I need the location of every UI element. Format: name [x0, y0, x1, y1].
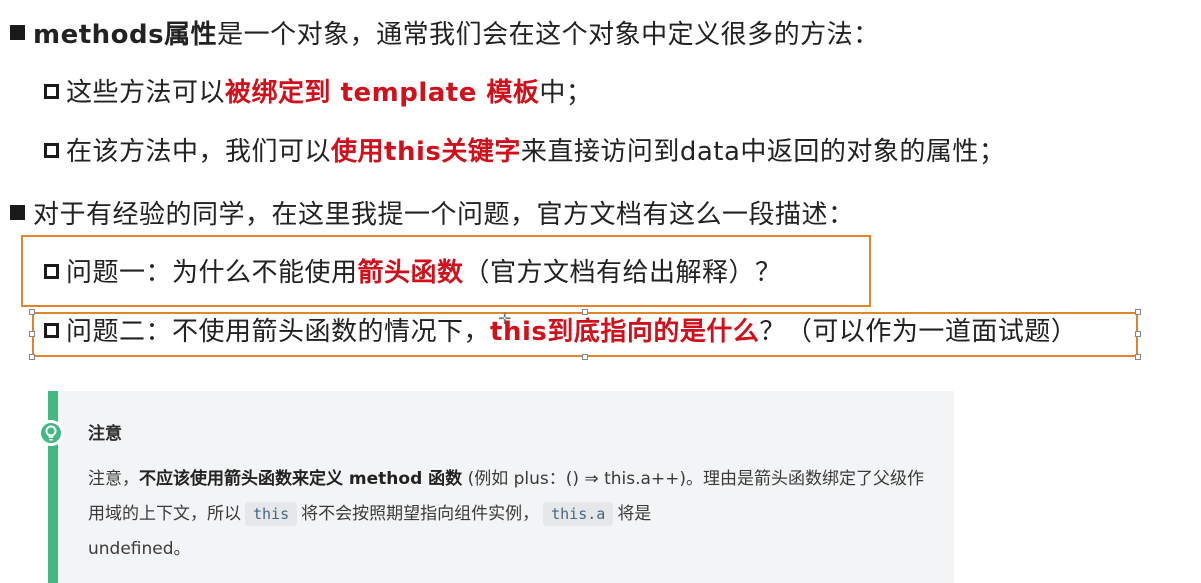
resize-handle[interactable]: [582, 354, 588, 360]
hollow-square-bullet-icon: [44, 143, 59, 158]
resize-handle[interactable]: [1135, 309, 1141, 315]
tip-body: 注意，不应该使用箭头函数来定义 method 函数 (例如 plus：() ⇒ …: [88, 462, 938, 567]
text: ？（可以作为一道面试题）: [759, 317, 1078, 347]
sub-bullet-question-one: 问题一：为什么不能使用箭头函数（官方文档有给出解释）？: [44, 256, 782, 290]
lightbulb-icon: [38, 420, 64, 446]
square-bullet-icon: [10, 205, 25, 220]
hollow-square-bullet-icon: [44, 264, 59, 279]
methods-desc: 是一个对象，通常我们会在这个对象中定义很多的方法：: [217, 20, 880, 50]
inline-code: this.a: [543, 502, 614, 526]
text: 将是: [617, 504, 652, 524]
emphasis-text: 使用this关键字: [331, 137, 521, 167]
text: 对于有经验的同学，在这里我提一个问题，官方文档有这么一段描述：: [33, 200, 855, 230]
hollow-square-bullet-icon: [44, 323, 59, 338]
text: 来直接访问到data中返回的对象的属性；: [520, 137, 1006, 167]
text: 注意，: [88, 469, 139, 489]
text: （官方文档有给出解释）？: [463, 258, 782, 288]
text: 将不会按照期望指向组件实例，: [301, 504, 540, 524]
hollow-square-bullet-icon: [44, 84, 59, 99]
inline-code: this: [245, 502, 298, 526]
bold-text: 不应该使用箭头函数来定义 method 函数: [139, 469, 463, 489]
resize-handle[interactable]: [1135, 331, 1141, 337]
sub-bullet-this-keyword: 在该方法中，我们可以使用this关键字来直接访问到data中返回的对象的属性；: [44, 135, 1005, 169]
text: undefined。: [88, 539, 191, 559]
square-bullet-icon: [10, 25, 25, 40]
sub-bullet-bind-template: 这些方法可以被绑定到 template 模板中；: [44, 76, 592, 110]
text: 问题一：为什么不能使用: [66, 258, 358, 288]
resize-handle[interactable]: [29, 354, 35, 360]
resize-handle[interactable]: [29, 331, 35, 337]
text: 在该方法中，我们可以: [66, 137, 332, 167]
sub-bullet-question-two: 问题二：不使用箭头函数的情况下，this到底指向的是什么？（可以作为一道面试题）: [44, 315, 1077, 349]
emphasis-text: 箭头函数: [357, 258, 464, 288]
emphasis-text: this到底指向的是什么: [490, 317, 760, 347]
text: 问题二：不使用箭头函数的情况下，: [66, 317, 491, 347]
tip-title: 注意: [88, 424, 122, 444]
methods-term: methods属性: [33, 20, 218, 50]
text: 中；: [539, 78, 593, 108]
resize-handle[interactable]: [1135, 354, 1141, 360]
emphasis-text: 被绑定到 template 模板: [225, 78, 540, 108]
bullet-question-intro: 对于有经验的同学，在这里我提一个问题，官方文档有这么一段描述：: [10, 198, 855, 232]
resize-handle[interactable]: [29, 309, 35, 315]
text: 这些方法可以: [66, 78, 226, 108]
bullet-methods-object: methods属性是一个对象，通常我们会在这个对象中定义很多的方法：: [10, 18, 880, 52]
